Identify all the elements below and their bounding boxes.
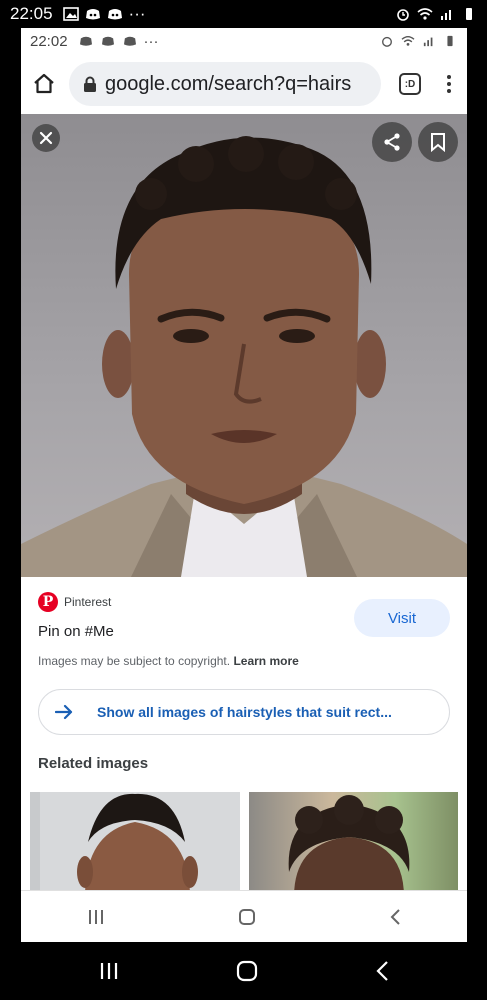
signal-icon <box>421 34 437 48</box>
pinterest-logo-icon: P <box>38 592 58 612</box>
bookmark-icon <box>431 133 445 152</box>
copyright-notice: Images may be subject to copyright. Lear… <box>38 654 450 668</box>
home-nav-icon[interactable] <box>236 960 258 982</box>
browser-screen: 22:02 ··· google.com/search?q=hairs:D P… <box>21 28 467 942</box>
arrow-right-icon <box>55 704 73 720</box>
outer-status-bar: 22:05 ··· <box>0 0 487 28</box>
inner-status-bar: 22:02 ··· <box>21 28 467 54</box>
home-icon <box>34 73 54 94</box>
more-notifications-icon: ··· <box>128 4 146 23</box>
battery-icon <box>442 34 458 48</box>
image-info-panel: P Pinterest Pin on #Me Visit Images may … <box>21 577 467 668</box>
close-button[interactable] <box>32 124 60 152</box>
recent-apps-icon[interactable] <box>87 909 105 925</box>
related-photo <box>288 795 409 897</box>
status-time: 22:05 <box>10 4 53 23</box>
discord-icon <box>78 34 94 48</box>
discord-icon <box>100 34 116 48</box>
gallery-icon <box>62 7 79 21</box>
signal-icon <box>439 7 455 21</box>
save-image-button[interactable] <box>418 122 458 162</box>
browser-toolbar: google.com/search?q=hairs :D <box>21 54 467 114</box>
more-notifications-icon: ··· <box>143 32 159 50</box>
close-icon <box>39 131 53 145</box>
home-nav-icon[interactable] <box>238 908 256 926</box>
related-image-thumbnail[interactable] <box>248 792 458 897</box>
alarm-icon <box>379 34 395 48</box>
related-images-grid <box>21 792 467 897</box>
share-button[interactable] <box>372 122 412 162</box>
back-icon[interactable] <box>375 960 389 982</box>
share-icon <box>384 133 400 151</box>
home-button[interactable] <box>29 69 59 99</box>
tab-count: :D <box>404 78 416 90</box>
system-navigation-bar <box>0 942 487 1000</box>
address-bar[interactable]: google.com/search?q=hairs <box>69 62 381 106</box>
inner-navigation-bar <box>21 890 467 942</box>
discord-icon <box>85 7 101 21</box>
related-image-thumbnail[interactable] <box>30 792 240 897</box>
alarm-icon <box>395 7 411 21</box>
battery-icon <box>461 7 477 21</box>
learn-more-link[interactable]: Learn more <box>233 654 298 668</box>
discord-icon <box>122 34 138 48</box>
status-time: 22:02 <box>30 32 68 50</box>
discord-icon <box>107 7 123 21</box>
copyright-text: Images may be subject to copyright. <box>38 654 231 668</box>
show-all-label: Show all images of hairstyles that suit … <box>97 704 392 720</box>
tab-switcher-button[interactable]: :D <box>399 73 421 95</box>
portrait-photo <box>21 136 467 577</box>
related-photo <box>30 792 198 897</box>
wifi-icon <box>400 34 416 48</box>
wifi-icon <box>417 7 433 21</box>
related-images-heading: Related images <box>38 755 149 772</box>
visit-button[interactable]: Visit <box>354 599 450 637</box>
browser-menu-button[interactable] <box>439 75 459 93</box>
url-text: google.com/search?q=hairs <box>105 72 352 95</box>
lock-icon <box>84 76 96 92</box>
show-all-images-button[interactable]: Show all images of hairstyles that suit … <box>38 689 450 735</box>
recent-apps-icon[interactable] <box>99 962 119 980</box>
preview-image[interactable] <box>21 114 467 577</box>
source-name: Pinterest <box>64 595 112 609</box>
back-icon[interactable] <box>389 908 401 926</box>
